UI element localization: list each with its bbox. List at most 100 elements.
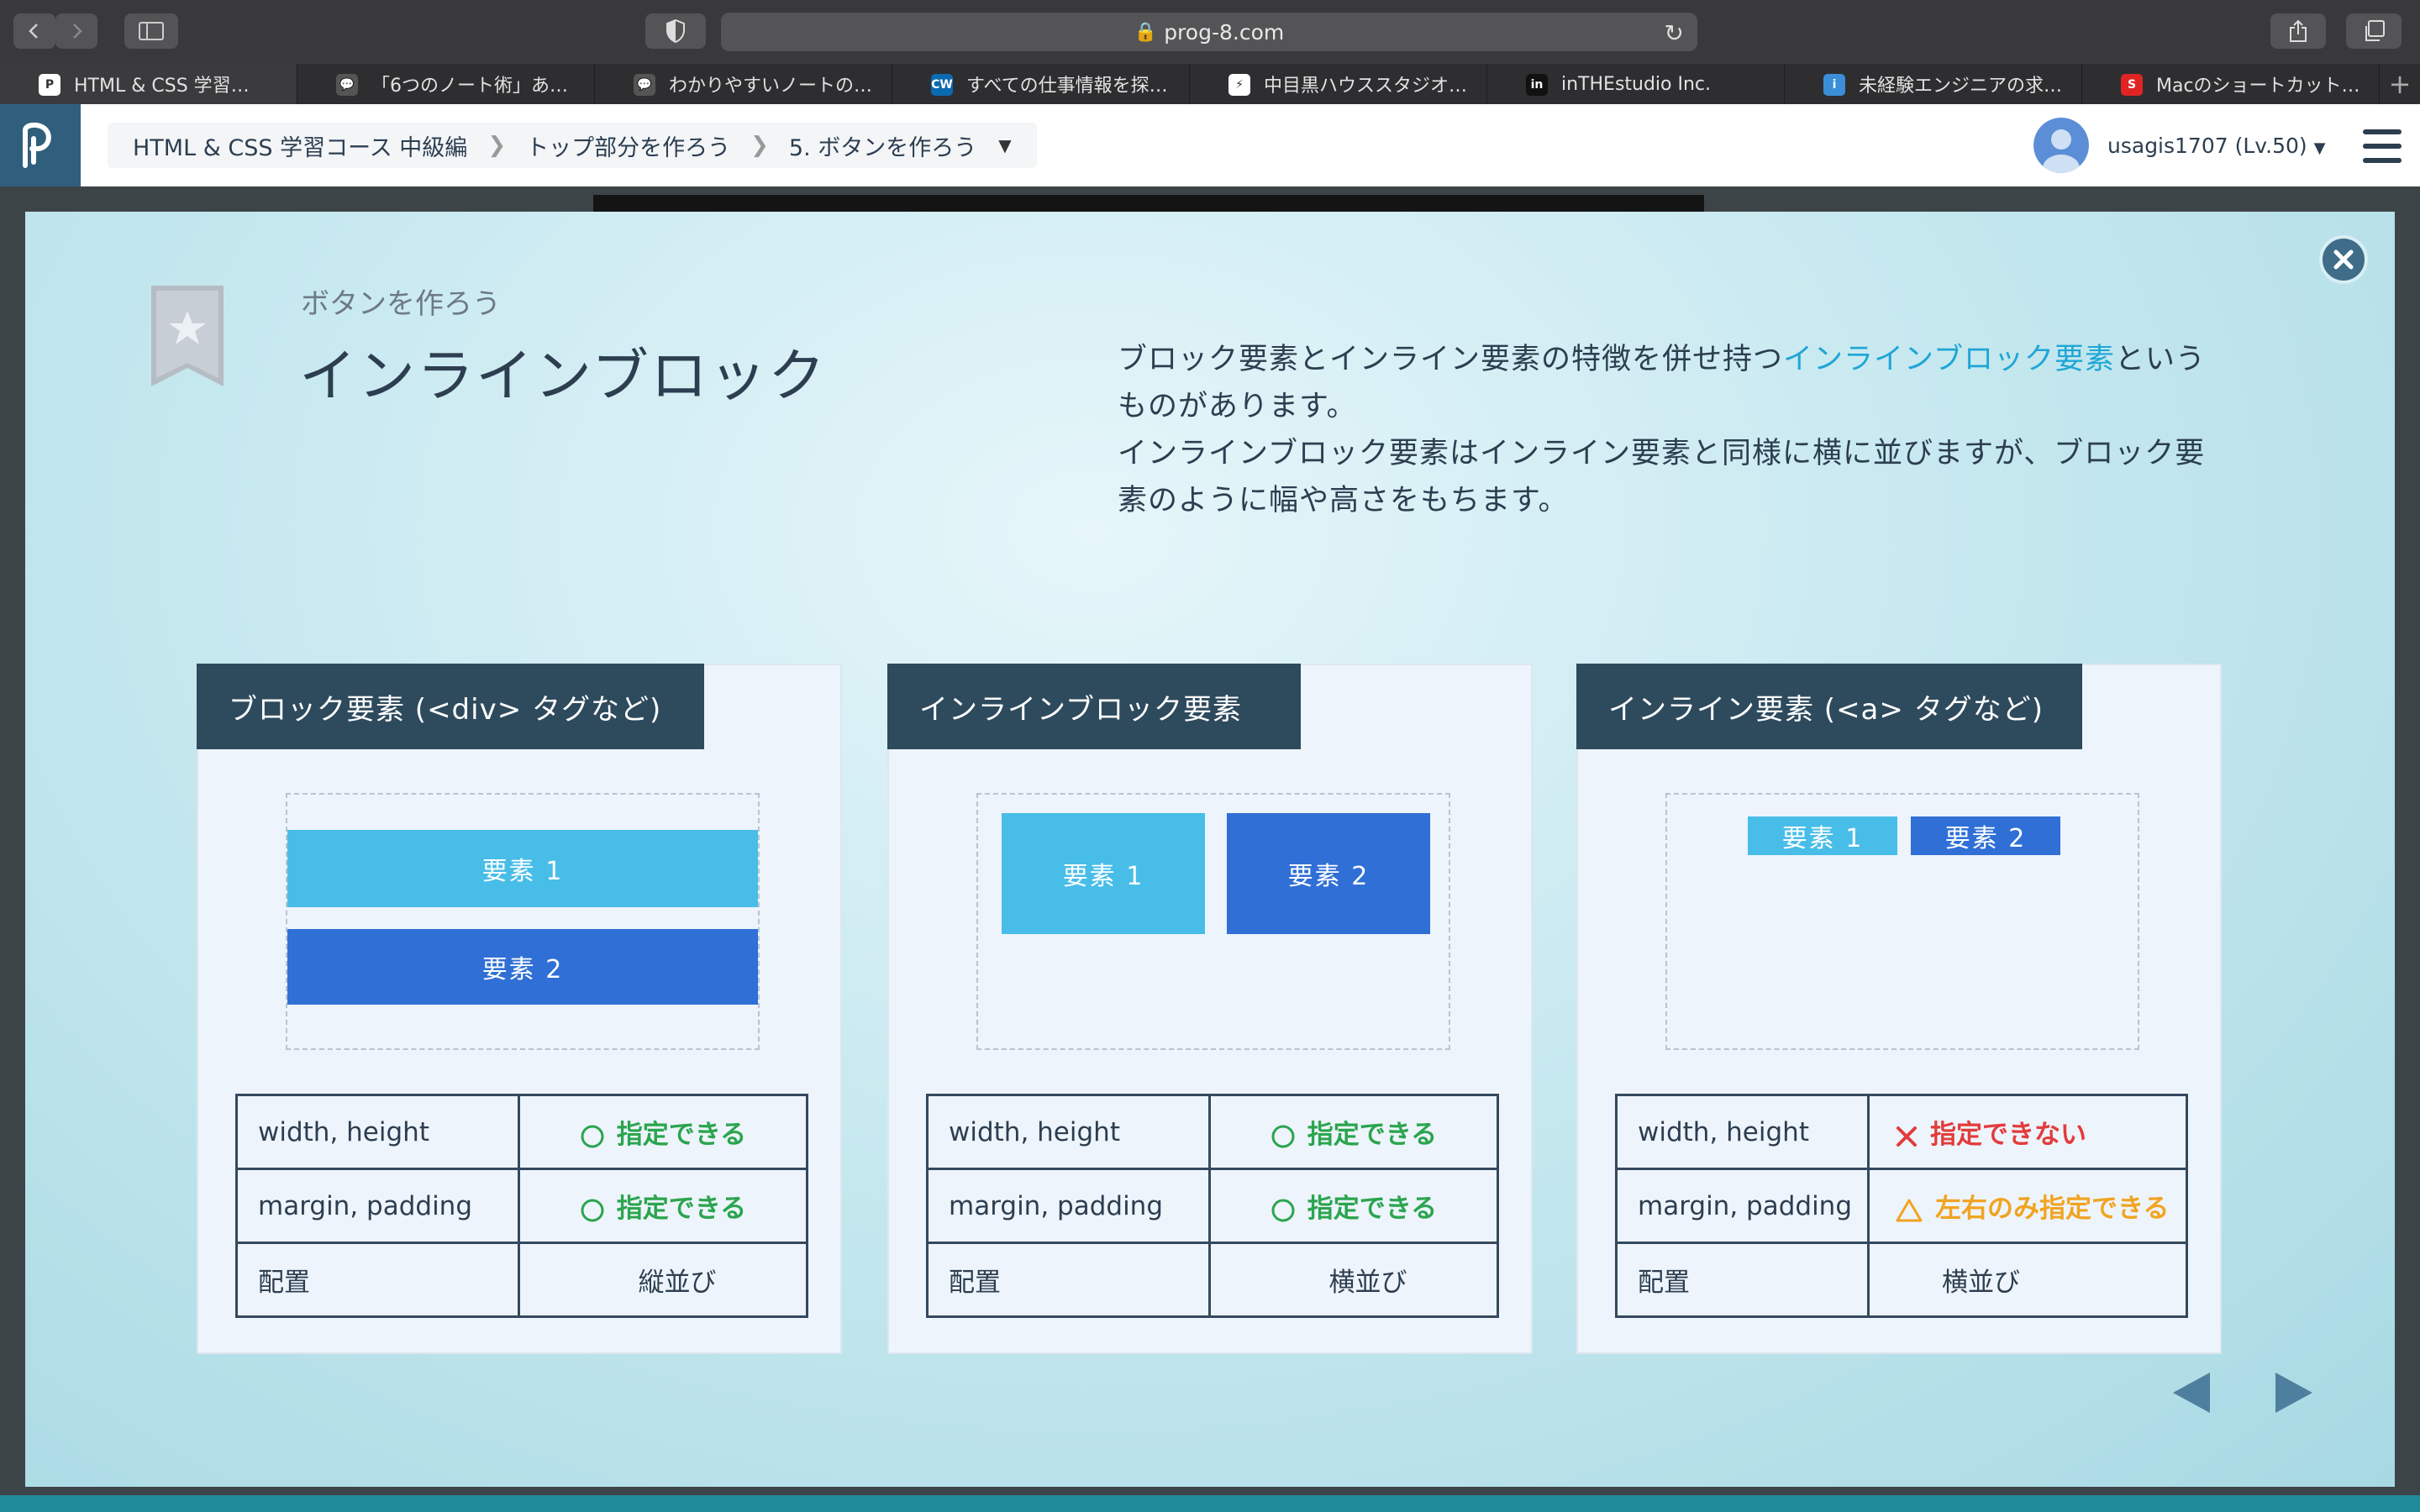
previous-slide-arrow-icon[interactable] [2171,1371,2212,1415]
sidebar-toggle-button[interactable] [124,13,178,49]
circle-ok-icon [1271,1199,1295,1221]
favicon-icon: in [1526,74,1548,96]
shield-icon [666,19,685,43]
site-header: HTML & CSS 学習コース 中級編 ❯ トップ部分を作ろう ❯ 5. ボタ… [0,104,2420,186]
browser-tab[interactable]: P HTML & CSS 学習… [0,64,297,104]
favicon-icon: 💬 [336,74,358,96]
circle-ok-icon [1271,1125,1295,1147]
slide-description: ブロック要素とインライン要素の特徴を併せ持つインラインブロック要素というものがあ… [1118,336,2235,524]
card-block-element: ブロック要素 (<div> タグなど) 要素 1 要素 2 width, hei… [197,664,842,1354]
share-icon [2290,19,2307,42]
browser-tab[interactable]: ⚡ 中目黒ハウススタジオ… [1190,64,1487,104]
tab-overview-button[interactable] [2346,13,2402,49]
back-button[interactable] [13,13,55,49]
browser-tab[interactable]: in inTHEstudio Inc. [1487,64,1785,104]
hamburger-menu-icon[interactable] [2363,129,2402,163]
property-value: 指定できない [1867,1094,2188,1170]
new-tab-button[interactable]: + [2380,64,2420,104]
slide-subtitle: ボタンを作ろう [301,287,501,321]
card-inline-block-element: インラインブロック要素 要素 1 要素 2 width, height 指定でき… [887,664,1533,1354]
property-value: 指定できる [518,1094,808,1170]
demo-container: 要素 1 要素 2 [976,793,1450,1050]
share-button[interactable] [2270,13,2326,49]
property-key: 配置 [235,1242,520,1318]
demo-element-1: 要素 1 [1002,813,1205,934]
caret-down-icon[interactable]: ▼ [998,135,1011,155]
tab-label: inTHEstudio Inc. [1561,73,1712,95]
reload-icon[interactable]: ↻ [1665,19,1684,47]
property-key: margin, padding [235,1168,520,1244]
favicon-icon: i [1823,74,1845,96]
address-bar[interactable]: 🔒 prog-8.com ↻ [721,13,1697,51]
progress-bar [0,1495,2420,1512]
description-paragraph-2: インラインブロック要素はインライン要素と同様に横に並びますが、ブロック要素のよう… [1118,437,2206,517]
user-icon [2033,118,2089,173]
table-row: width, height 指定できる [926,1094,1499,1170]
table-row: 配置 横並び [926,1242,1499,1318]
browser-tab[interactable]: S Macのショートカット… [2082,64,2380,104]
property-key: width, height [926,1094,1211,1170]
card-inline-element: インライン要素 (<a> タグなど) 要素 1 要素 2 width, heig… [1576,664,2222,1354]
favicon-icon: P [39,74,60,96]
breadcrumb-course[interactable]: HTML & CSS 学習コース 中級編 [133,129,467,162]
sidebar-icon [139,22,164,40]
circle-ok-icon [581,1199,604,1221]
breadcrumb-chapter[interactable]: トップ部分を作ろう [526,129,730,162]
triangle-warning-icon [1896,1199,1923,1221]
progate-logo[interactable] [0,104,81,186]
demo-element-1: 要素 1 [1748,816,1897,855]
property-value: 指定できる [1208,1168,1499,1244]
lock-icon: 🔒 [1134,21,1158,43]
browser-tab[interactable]: i 未経験エンジニアの求… [1785,64,2082,104]
property-value: 左右のみ指定できる [1867,1168,2188,1244]
tab-label: すべての仕事情報を探… [966,76,1168,97]
card-heading: インライン要素 (<a> タグなど) [1576,664,2082,749]
property-key: 配置 [926,1242,1211,1318]
demo-element-2: 要素 2 [1911,816,2060,855]
property-value: 横並び [1867,1242,2188,1318]
highlight-term: インラインブロック要素 [1783,343,2115,376]
property-key: width, height [235,1094,520,1170]
description-paragraph-1: ブロック要素とインライン要素の特徴を併せ持つインラインブロック要素というものがあ… [1118,343,2206,423]
breadcrumb: HTML & CSS 学習コース 中級編 ❯ トップ部分を作ろう ❯ 5. ボタ… [108,123,1037,168]
logo-icon [23,122,51,168]
demo-container: 要素 1 要素 2 [286,793,760,1050]
table-row: margin, padding 指定できる [926,1168,1499,1244]
table-row: margin, padding 指定できる [235,1168,808,1244]
browser-tab[interactable]: CW すべての仕事情報を探… [892,64,1190,104]
property-value: 指定できる [1208,1094,1499,1170]
demo-element-2: 要素 2 [287,929,758,1005]
chevron-left-icon [29,24,38,39]
cross-ng-icon [1897,1126,1917,1147]
favicon-icon: S [2121,74,2143,96]
tab-bar: P HTML & CSS 学習… 💬 「6つのノート術」あ… 💬 わかりやすいノートの… C… [0,64,2420,104]
forward-button[interactable] [55,13,97,49]
avatar[interactable] [2033,118,2089,173]
property-key: 配置 [1615,1242,1870,1318]
chevron-right-icon: ❯ [487,133,507,158]
property-table: width, height 指定できる margin, padding 指定でき… [235,1094,808,1318]
property-key: margin, padding [1615,1168,1870,1244]
tab-label: 中目黒ハウススタジオ… [1264,76,1468,97]
chevron-right-icon: ❯ [750,133,769,158]
username[interactable]: usagis1707 (Lv.50) ▼ [2107,134,2326,158]
user-menu[interactable]: usagis1707 (Lv.50) ▼ [2033,118,2326,173]
tabs-icon [2365,20,2385,41]
browser-tab[interactable]: 💬 わかりやすいノートの… [595,64,892,104]
demo-element-1: 要素 1 [287,830,758,907]
browser-tab[interactable]: 💬 「6つのノート術」あ… [297,64,595,104]
next-slide-arrow-icon[interactable] [2274,1371,2314,1415]
card-heading: ブロック要素 (<div> タグなど) [197,664,704,749]
breadcrumb-lesson[interactable]: 5. ボタンを作ろう [789,129,976,162]
close-button[interactable] [2319,235,2368,284]
chevron-right-icon [73,24,82,39]
property-value: 横並び [1208,1242,1499,1318]
table-row: 配置 縦並び [235,1242,808,1318]
slide-title: インラインブロック [299,344,827,410]
privacy-button[interactable] [645,13,706,49]
close-icon [2333,249,2354,270]
card-heading: インラインブロック要素 [887,664,1301,749]
property-key: width, height [1615,1094,1870,1170]
browser-toolbar: 🔒 prog-8.com ↻ [0,0,2420,64]
property-table: width, height 指定できる margin, padding 指定でき… [926,1094,1499,1318]
